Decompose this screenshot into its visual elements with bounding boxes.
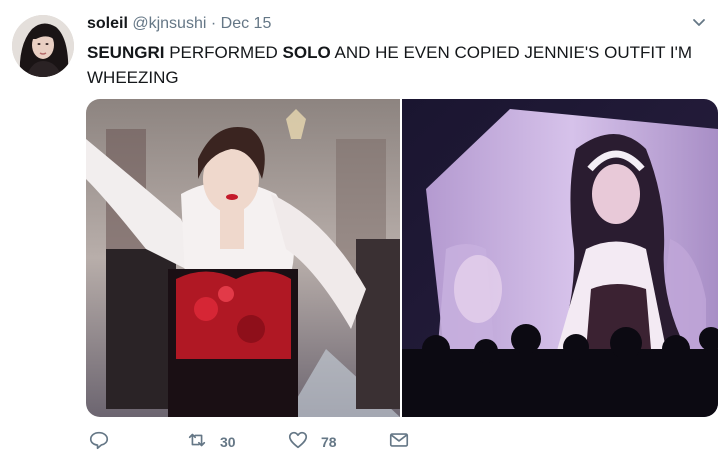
- tweet-text-bold-2: SOLO: [282, 43, 331, 62]
- right-photo[interactable]: [402, 99, 718, 417]
- retweet-arrows-icon: [186, 429, 208, 456]
- tweet-text-part-2: PERFORMED: [164, 43, 283, 62]
- direct-message-button[interactable]: [388, 428, 410, 456]
- action-bar: 30 78: [0, 428, 724, 458]
- reply-button[interactable]: [88, 428, 110, 456]
- like-button[interactable]: 78: [287, 428, 337, 456]
- author-name[interactable]: soleil: [87, 15, 128, 32]
- avatar[interactable]: [12, 15, 74, 77]
- tweet-text-bold-1: SEUNGRI: [87, 43, 165, 62]
- chevron-down-icon[interactable]: [690, 14, 708, 32]
- retweet-button[interactable]: 30: [186, 428, 236, 456]
- author-handle[interactable]: @kjnsushi: [132, 15, 206, 32]
- separator-dot: ·: [210, 15, 217, 32]
- heart-icon: [287, 429, 309, 456]
- tweet-card[interactable]: soleil @kjnsushi · Dec 15 SEUNGRI PERFOR…: [0, 0, 724, 459]
- speech-bubble-icon: [88, 429, 110, 456]
- left-photo[interactable]: [86, 99, 400, 417]
- like-count: 78: [321, 434, 337, 450]
- envelope-icon: [388, 429, 410, 456]
- tweet-header: soleil @kjnsushi · Dec 15: [87, 14, 271, 34]
- retweet-count: 30: [220, 434, 236, 450]
- tweet-text: SEUNGRI PERFORMED SOLO AND HE EVEN COPIE…: [87, 40, 707, 90]
- tweet-media[interactable]: [86, 99, 718, 417]
- tweet-date[interactable]: Dec 15: [221, 15, 272, 32]
